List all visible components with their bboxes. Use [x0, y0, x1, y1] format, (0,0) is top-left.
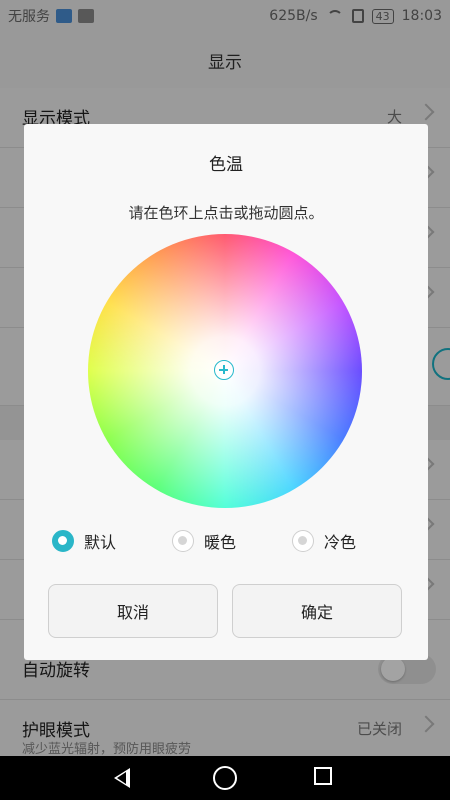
option-default-label: 默认 [84, 533, 117, 552]
ok-button[interactable]: 确定 [232, 584, 402, 638]
option-cool[interactable]: 冷色 [292, 528, 356, 554]
radio-unselected-icon[interactable] [292, 530, 314, 552]
option-warm[interactable]: 暖色 [172, 528, 236, 554]
cancel-button[interactable]: 取消 [48, 584, 218, 638]
dialog-title: 色温 [209, 155, 243, 175]
back-icon[interactable] [114, 768, 130, 788]
radio-unselected-icon[interactable] [172, 530, 194, 552]
option-warm-label: 暖色 [204, 533, 237, 552]
color-temperature-dialog: 色温 请在色环上点击或拖动圆点。 默认 暖色 冷色 取消 确定 [24, 124, 428, 660]
dialog-hint: 请在色环上点击或拖动圆点。 [128, 204, 324, 222]
radio-selected-icon[interactable] [52, 530, 74, 552]
recent-apps-icon[interactable] [314, 767, 332, 785]
home-icon[interactable] [213, 766, 237, 790]
option-cool-label: 冷色 [324, 533, 357, 552]
option-default[interactable]: 默认 [52, 528, 116, 554]
navigation-bar [0, 756, 450, 800]
color-picker-handle[interactable] [214, 360, 234, 380]
